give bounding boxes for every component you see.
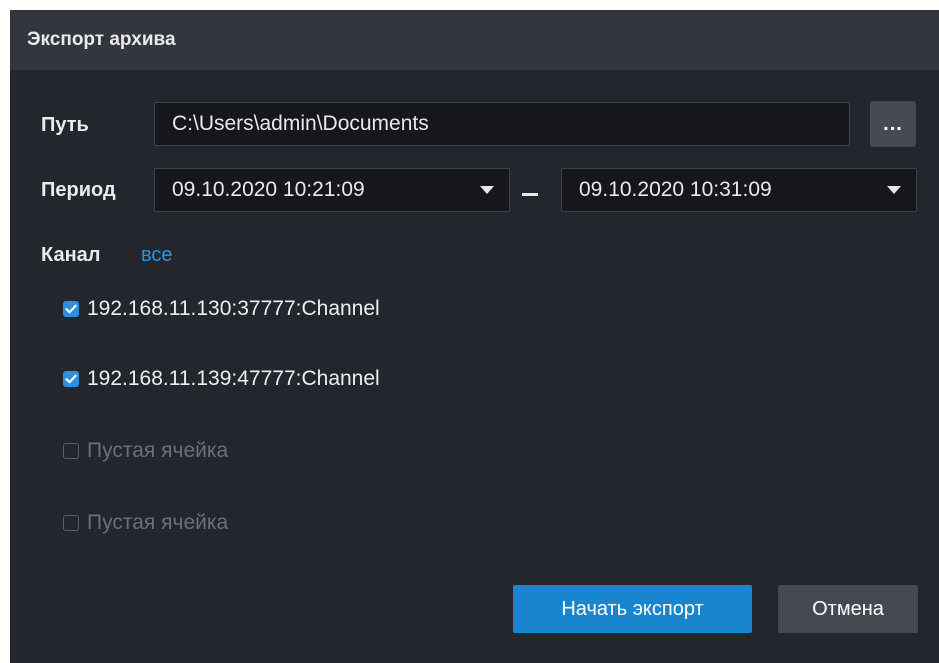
path-input[interactable]: C:\Users\admin\Documents: [154, 102, 850, 146]
end-datetime-value: 09.10.2020 10:31:09: [579, 178, 772, 201]
dialog-titlebar[interactable]: Экспорт архива: [10, 10, 939, 70]
period-label: Период: [41, 179, 116, 201]
checkbox-checked-icon[interactable]: [63, 371, 79, 387]
start-datetime-field[interactable]: 09.10.2020 10:21:09: [154, 168, 510, 212]
channel-item[interactable]: 192.168.11.139:47777:Channel: [63, 365, 483, 395]
channel-label: Канал: [41, 244, 101, 266]
channel-item-label: 192.168.11.130:37777:Channel: [87, 297, 380, 320]
channel-item-label: Пустая ячейка: [87, 439, 229, 462]
channel-item[interactable]: Пустая ячейка: [63, 509, 323, 539]
start-export-button-label: Начать экспорт: [561, 598, 704, 620]
export-archive-dialog: Экспорт архива Путь C:\Users\admin\Docum…: [10, 10, 939, 663]
cancel-button-label: Отмена: [812, 598, 884, 620]
checkbox-unchecked-icon[interactable]: [63, 515, 79, 531]
path-label: Путь: [41, 114, 89, 136]
browse-button[interactable]: ...: [870, 101, 916, 147]
period-separator: [522, 193, 538, 196]
browse-button-label: ...: [883, 113, 903, 135]
dialog-title: Экспорт архива: [27, 29, 176, 50]
chevron-down-icon: [887, 186, 901, 194]
checkbox-unchecked-icon[interactable]: [63, 443, 79, 459]
channel-item[interactable]: Пустая ячейка: [63, 437, 323, 467]
path-value: C:\Users\admin\Documents: [172, 112, 429, 135]
start-datetime-dropdown[interactable]: [465, 169, 509, 211]
start-datetime-value: 09.10.2020 10:21:09: [172, 178, 365, 201]
start-export-button[interactable]: Начать экспорт: [513, 585, 752, 633]
end-datetime-dropdown[interactable]: [872, 169, 916, 211]
checkbox-checked-icon[interactable]: [63, 301, 79, 317]
channel-item-label: Пустая ячейка: [87, 511, 229, 534]
select-all-link[interactable]: все: [141, 244, 173, 267]
chevron-down-icon: [480, 186, 494, 194]
cancel-button[interactable]: Отмена: [778, 585, 918, 633]
channel-item-label: 192.168.11.139:47777:Channel: [87, 367, 380, 390]
channel-item[interactable]: 192.168.11.130:37777:Channel: [63, 295, 483, 325]
end-datetime-field[interactable]: 09.10.2020 10:31:09: [561, 168, 917, 212]
